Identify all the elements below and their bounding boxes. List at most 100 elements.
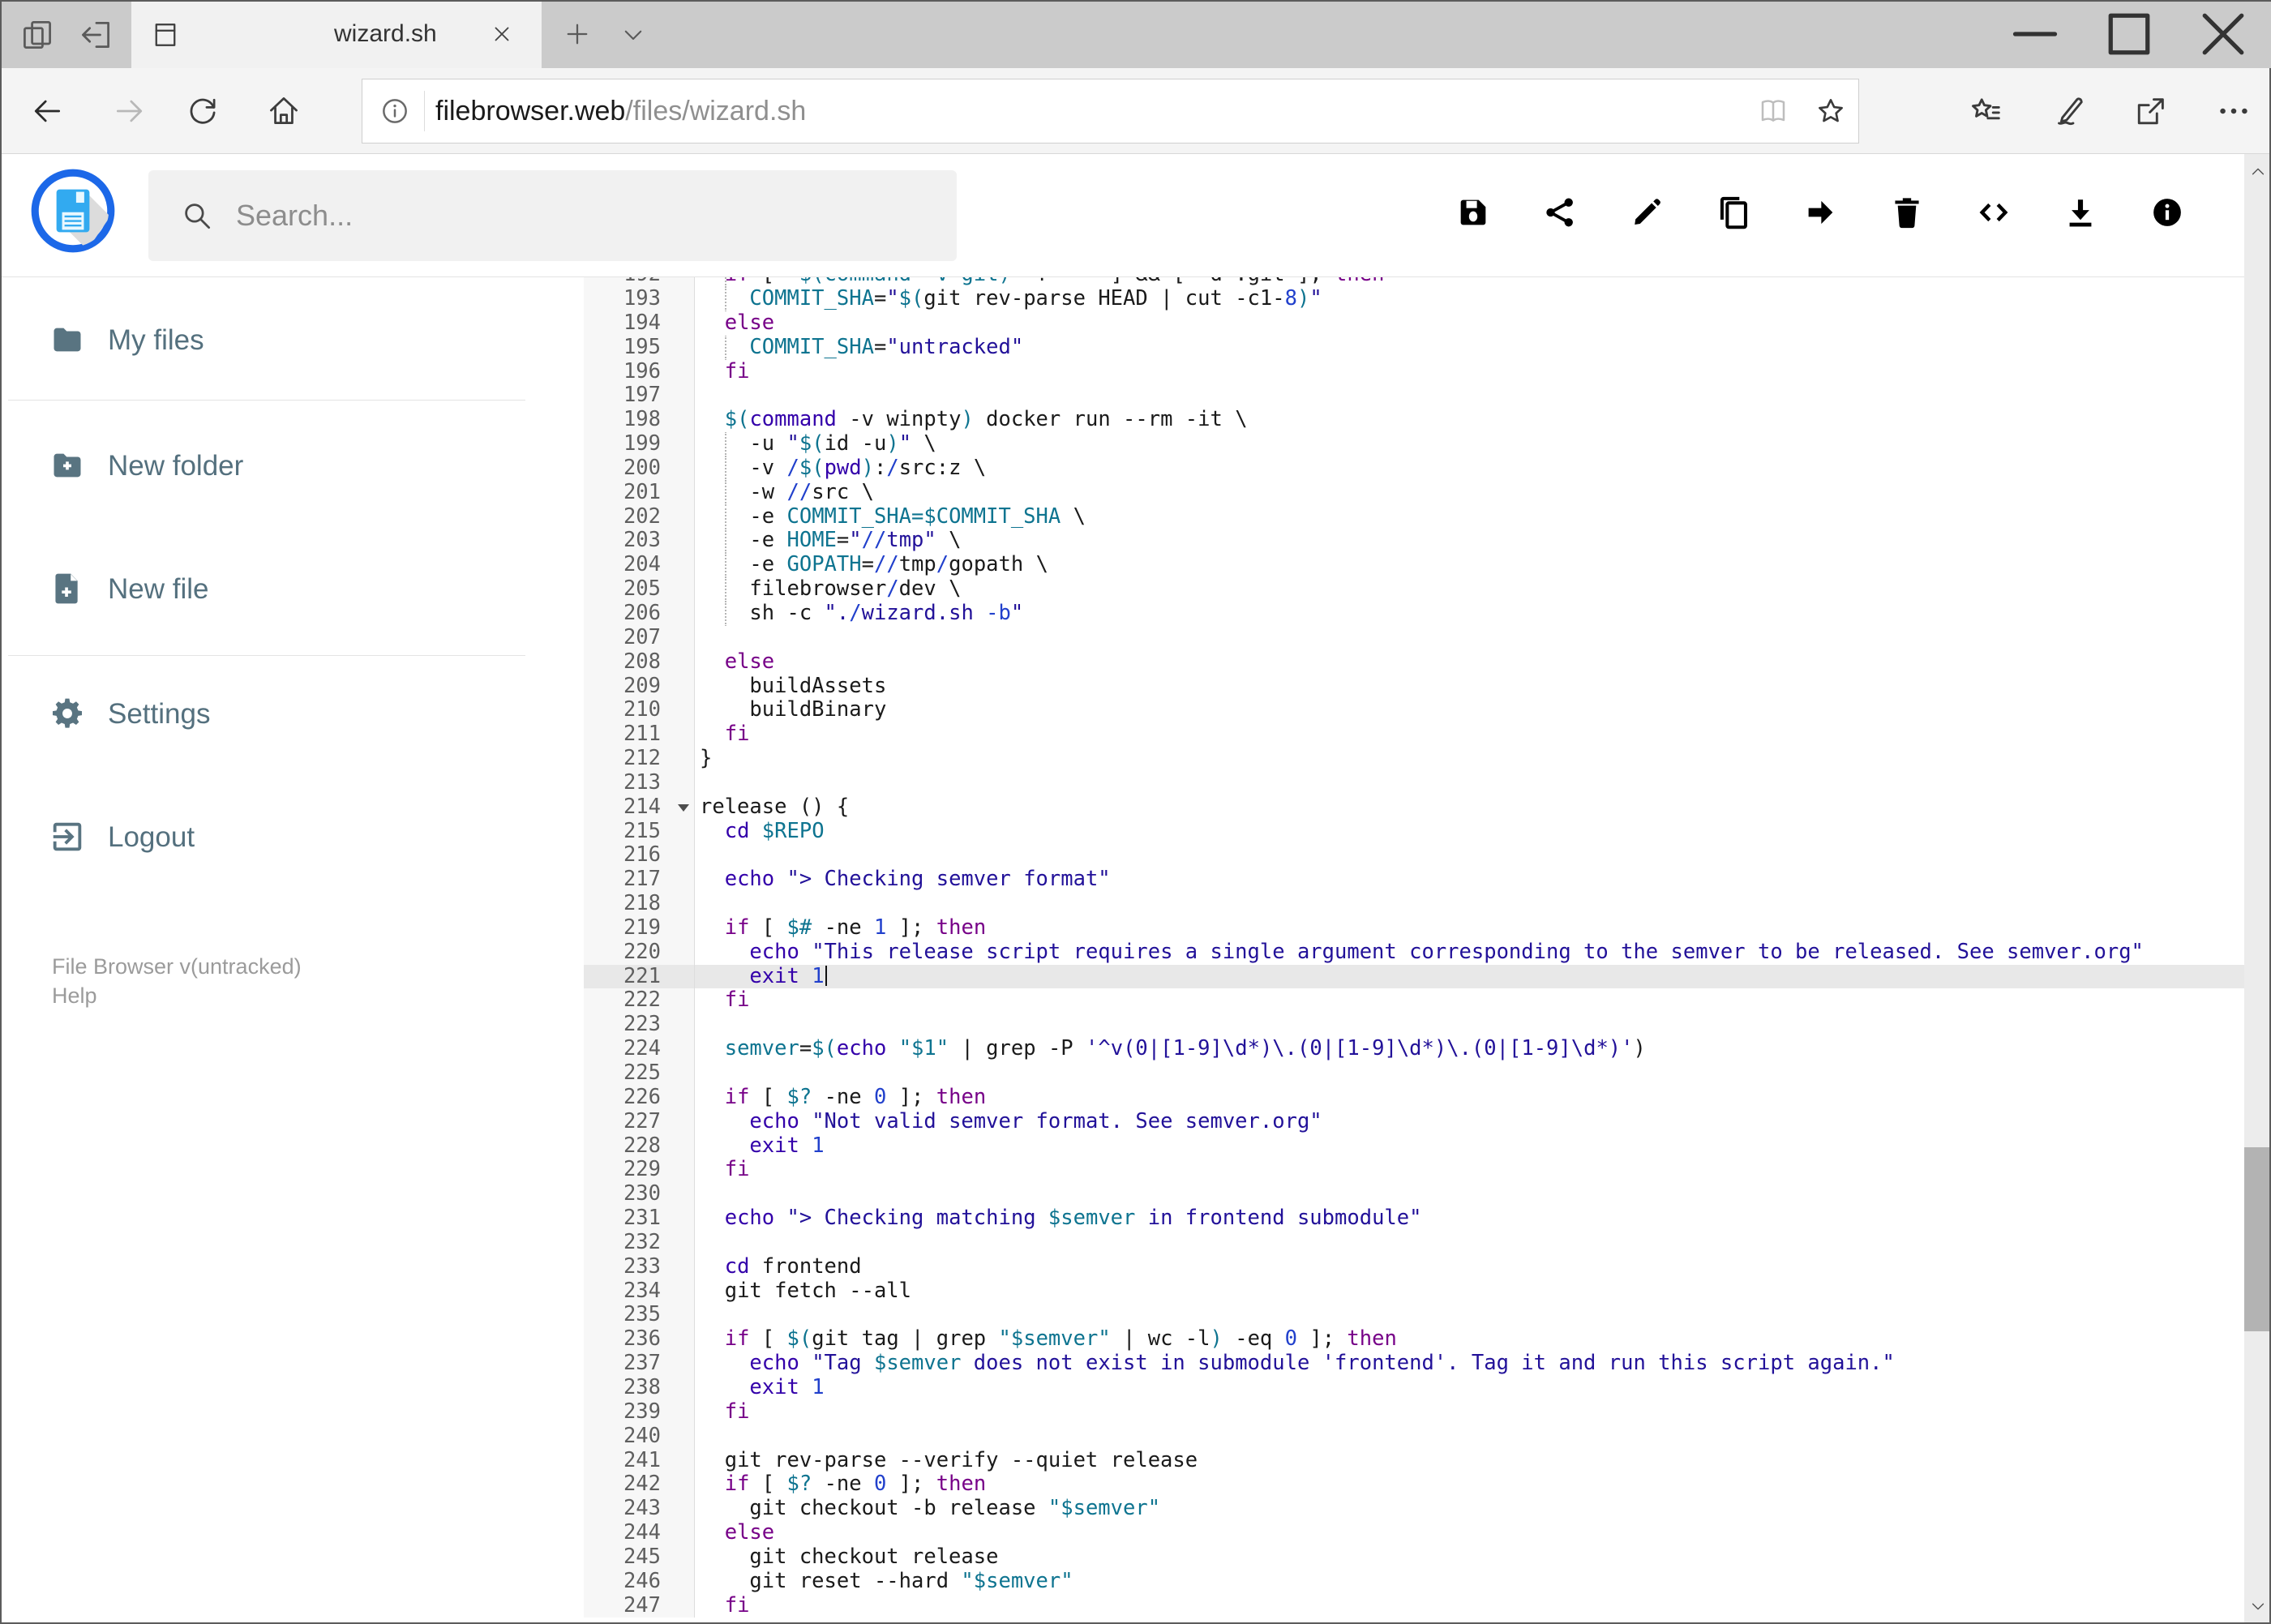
- code-line[interactable]: 216: [584, 843, 2244, 868]
- code-line[interactable]: 236 if [ $(git tag | grep "$semver" | wc…: [584, 1326, 2244, 1352]
- code-line-text[interactable]: filebrowser/dev \: [695, 577, 2244, 602]
- code-line[interactable]: 208 else: [584, 649, 2244, 675]
- code-line-text[interactable]: [695, 771, 2244, 795]
- search-input[interactable]: Search...: [148, 170, 957, 261]
- code-line[interactable]: 246 git reset --hard "$semver": [584, 1569, 2244, 1594]
- code-line-text[interactable]: buildBinary: [695, 698, 2244, 722]
- code-line[interactable]: 201 -w //src \: [584, 480, 2244, 505]
- hub-button[interactable]: [1967, 92, 2004, 130]
- code-line-text[interactable]: if [ "$(command -v git)" != "" ] && [ -d…: [695, 277, 2244, 287]
- tab-preview-button[interactable]: [19, 17, 55, 53]
- code-line[interactable]: 230: [584, 1181, 2244, 1207]
- code-line[interactable]: 233 cd frontend: [584, 1254, 2244, 1279]
- code-line[interactable]: 225: [584, 1061, 2244, 1086]
- copy-button[interactable]: [1715, 194, 1752, 231]
- code-line[interactable]: 199 -u "$(id -u)" \: [584, 431, 2244, 456]
- code-line-text[interactable]: -e GOPATH=//tmp/gopath \: [695, 553, 2244, 578]
- code-line-text[interactable]: exit 1: [695, 1376, 2244, 1400]
- code-line-text[interactable]: -v /$(pwd):/src:z \: [695, 456, 2244, 481]
- code-line-text[interactable]: COMMIT_SHA="untracked": [695, 335, 2244, 360]
- code-line[interactable]: 192 if [ "$(command -v git)" != "" ] && …: [584, 277, 2244, 287]
- code-line-text[interactable]: [695, 1303, 2244, 1327]
- code-line[interactable]: 234 git fetch --all: [584, 1279, 2244, 1304]
- code-line[interactable]: 221 exit 1: [584, 964, 2244, 989]
- scrollbar-thumb[interactable]: [2244, 1147, 2271, 1331]
- forward-button[interactable]: [112, 93, 148, 129]
- code-line-text[interactable]: echo "This release script requires a sin…: [695, 941, 2244, 965]
- code-line[interactable]: 227 echo "Not valid semver format. See s…: [584, 1109, 2244, 1134]
- code-line-text[interactable]: else: [695, 1521, 2244, 1545]
- code-line-text[interactable]: echo "Not valid semver format. See semve…: [695, 1110, 2244, 1134]
- code-line[interactable]: 209 buildAssets: [584, 674, 2244, 699]
- code-line-text[interactable]: if [ $? -ne 0 ]; then: [695, 1472, 2244, 1497]
- code-line-text[interactable]: fi: [695, 1594, 2244, 1618]
- code-line-text[interactable]: exit 1: [695, 964, 2244, 989]
- code-line[interactable]: 194 else: [584, 311, 2244, 336]
- code-line-text[interactable]: [695, 1182, 2244, 1206]
- more-button[interactable]: [2215, 92, 2252, 130]
- window-close-button[interactable]: [2176, 0, 2270, 68]
- code-line[interactable]: 231 echo "> Checking matching $semver in…: [584, 1206, 2244, 1231]
- code-line-text[interactable]: sh -c "./wizard.sh -b": [695, 601, 2244, 626]
- code-line[interactable]: 218: [584, 891, 2244, 916]
- code-line[interactable]: 220 echo "This release script requires a…: [584, 940, 2244, 965]
- code-line-text[interactable]: [695, 1013, 2244, 1037]
- code-line-text[interactable]: [695, 1231, 2244, 1255]
- code-line-text[interactable]: }: [695, 747, 2244, 771]
- move-button[interactable]: [1802, 194, 1839, 231]
- code-line-text[interactable]: cd frontend: [695, 1255, 2244, 1279]
- code-line[interactable]: 207: [584, 625, 2244, 650]
- set-tabs-aside-button[interactable]: [78, 17, 114, 53]
- code-line[interactable]: 196 fi: [584, 359, 2244, 384]
- code-line[interactable]: 213: [584, 770, 2244, 795]
- info-button[interactable]: [2149, 194, 2186, 231]
- code-line-text[interactable]: [695, 843, 2244, 868]
- code-line[interactable]: 198 $(command -v winpty) docker run --rm…: [584, 407, 2244, 433]
- code-line-text[interactable]: git checkout -b release "$semver": [695, 1497, 2244, 1521]
- code-line[interactable]: 238 exit 1: [584, 1375, 2244, 1400]
- code-line[interactable]: 226 if [ $? -ne 0 ]; then: [584, 1085, 2244, 1110]
- tab-close-button[interactable]: [490, 22, 514, 46]
- code-line-text[interactable]: fi: [695, 1158, 2244, 1182]
- code-line-text[interactable]: [695, 892, 2244, 916]
- sidebar-item-settings[interactable]: Settings: [0, 683, 568, 745]
- code-line[interactable]: 242 if [ $? -ne 0 ]; then: [584, 1472, 2244, 1498]
- code-line[interactable]: 241 git rev-parse --verify --quiet relea…: [584, 1448, 2244, 1473]
- code-line[interactable]: 239 fi: [584, 1399, 2244, 1425]
- code-line-text[interactable]: [695, 1425, 2244, 1449]
- code-line[interactable]: 243 git checkout -b release "$semver": [584, 1496, 2244, 1522]
- code-line-text[interactable]: [695, 626, 2244, 650]
- editor-button[interactable]: [1975, 194, 2012, 231]
- code-line[interactable]: 202 -e COMMIT_SHA=$COMMIT_SHA \: [584, 504, 2244, 529]
- scroll-up-arrow[interactable]: [2244, 156, 2271, 188]
- code-line[interactable]: 229 fi: [584, 1158, 2244, 1183]
- code-line-text[interactable]: echo "> Checking matching $semver in fro…: [695, 1206, 2244, 1231]
- code-line-text[interactable]: git checkout release: [695, 1545, 2244, 1570]
- code-line[interactable]: 215 cd $REPO: [584, 819, 2244, 844]
- code-line-text[interactable]: echo "Tag $semver does not exist in subm…: [695, 1352, 2244, 1376]
- code-line[interactable]: 237 echo "Tag $semver does not exist in …: [584, 1351, 2244, 1376]
- code-line-text[interactable]: else: [695, 650, 2244, 675]
- code-editor[interactable]: 192 if [ "$(command -v git)" != "" ] && …: [584, 277, 2244, 1624]
- code-line-text[interactable]: fi: [695, 1400, 2244, 1425]
- delete-button[interactable]: [1888, 194, 1926, 231]
- code-line[interactable]: 240: [584, 1424, 2244, 1449]
- code-line[interactable]: 200 -v /$(pwd):/src:z \: [584, 456, 2244, 481]
- code-line[interactable]: 219 if [ $# -ne 1 ]; then: [584, 915, 2244, 941]
- code-line[interactable]: 232: [584, 1230, 2244, 1255]
- code-line-text[interactable]: git reset --hard "$semver": [695, 1570, 2244, 1594]
- code-line[interactable]: 247 fi: [584, 1593, 2244, 1618]
- code-line-text[interactable]: if [ $? -ne 0 ]; then: [695, 1086, 2244, 1110]
- code-line-text[interactable]: COMMIT_SHA="$(git rev-parse HEAD | cut -…: [695, 287, 2244, 311]
- code-line[interactable]: 228 exit 1: [584, 1133, 2244, 1159]
- code-line-text[interactable]: release () {: [695, 795, 2244, 820]
- code-line[interactable]: 197: [584, 384, 2244, 409]
- code-line-text[interactable]: fi: [695, 988, 2244, 1013]
- share-page-button[interactable]: [2132, 92, 2170, 130]
- new-tab-button[interactable]: [563, 19, 592, 49]
- code-line[interactable]: 205 filebrowser/dev \: [584, 576, 2244, 602]
- code-line[interactable]: 222 fi: [584, 988, 2244, 1013]
- web-note-button[interactable]: [2050, 92, 2087, 130]
- code-line[interactable]: 244 else: [584, 1520, 2244, 1545]
- sidebar-item-logout[interactable]: Logout: [0, 807, 568, 868]
